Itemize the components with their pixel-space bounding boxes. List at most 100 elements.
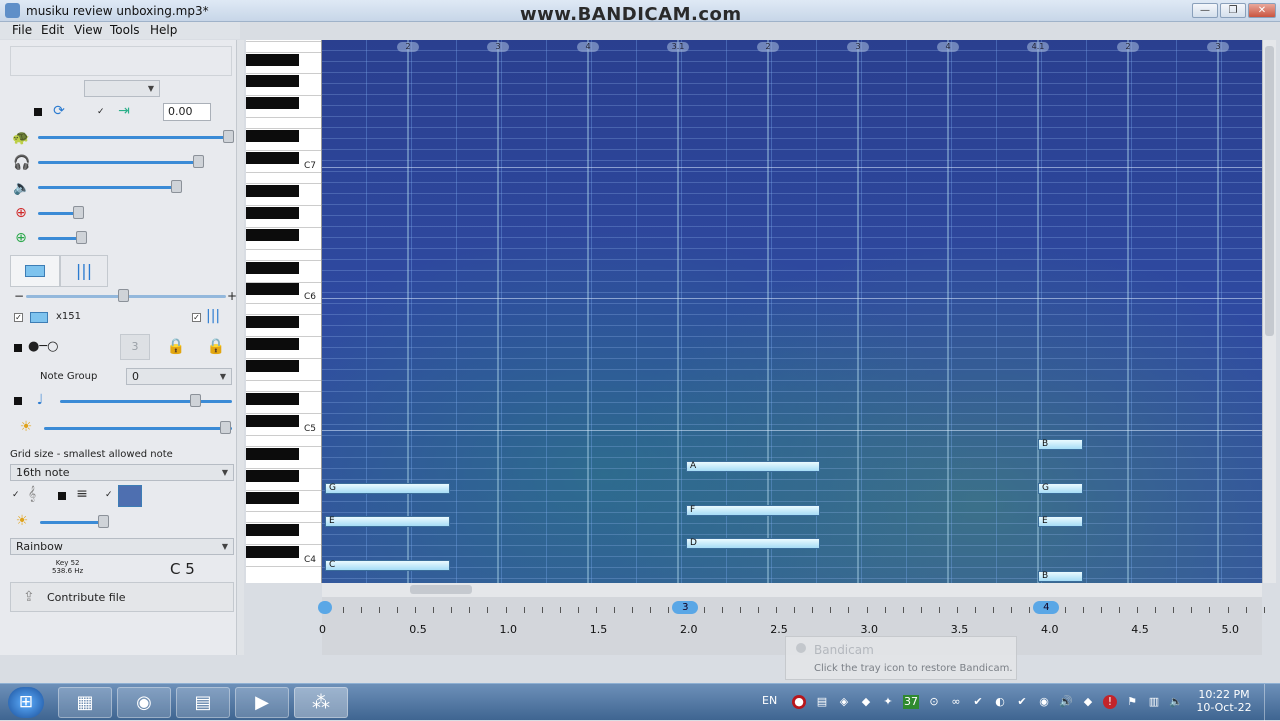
playhead-marker[interactable] xyxy=(318,601,332,614)
horizontal-scroll-thumb[interactable] xyxy=(410,585,472,594)
black-key[interactable] xyxy=(246,130,299,143)
menu-help[interactable]: Help xyxy=(150,23,177,37)
clock[interactable]: 10:22 PM 10-Oct-22 xyxy=(1196,688,1252,714)
note-block[interactable]: G xyxy=(325,483,450,494)
tray-icon-7[interactable]: ✔ xyxy=(971,695,985,709)
black-key[interactable] xyxy=(246,184,299,197)
tray-icon-6[interactable]: ∞ xyxy=(949,695,963,709)
tray-icon-11[interactable]: ◆ xyxy=(1081,695,1095,709)
menu-edit[interactable]: Edit xyxy=(41,23,64,37)
tab-notes[interactable] xyxy=(10,255,60,287)
black-key[interactable] xyxy=(246,206,299,219)
black-key[interactable] xyxy=(246,447,299,460)
black-key[interactable] xyxy=(246,228,299,241)
black-key[interactable] xyxy=(246,546,299,559)
metronome-slider[interactable] xyxy=(60,400,232,403)
flag-tray-icon[interactable]: ⚑ xyxy=(1125,695,1139,709)
black-key[interactable] xyxy=(246,75,299,88)
bar-marker[interactable]: 3 xyxy=(672,601,699,614)
contribute-button[interactable]: ⇪ Contribute file xyxy=(10,582,234,612)
contrast-handle[interactable] xyxy=(98,515,109,528)
black-key[interactable] xyxy=(246,152,299,165)
menu-file[interactable]: File xyxy=(12,23,32,37)
position-input[interactable]: 0.00 xyxy=(163,103,211,121)
tray-badge-icon[interactable]: 37 xyxy=(903,695,919,709)
note-size-handle[interactable] xyxy=(118,289,129,302)
sidebar-splitter[interactable] xyxy=(236,40,244,655)
tray-icon-2[interactable]: ◈ xyxy=(837,695,851,709)
black-key[interactable] xyxy=(246,360,299,373)
show-notes-checkbox[interactable]: ✓ xyxy=(14,313,23,322)
lock-button-1[interactable]: 🔒 xyxy=(162,334,190,360)
note-group-dropdown[interactable]: 0 ▼ xyxy=(126,368,232,385)
note-block[interactable]: D xyxy=(686,538,820,549)
horizontal-scrollbar[interactable] xyxy=(322,583,1262,597)
brightness-handle[interactable] xyxy=(220,421,231,434)
taskbar-app-chrome[interactable]: ◉ xyxy=(117,687,171,718)
bar-marker[interactable]: 4 xyxy=(1033,601,1060,614)
track-dropdown[interactable]: ▼ xyxy=(84,80,160,97)
tray-icon-3[interactable]: ◆ xyxy=(859,695,873,709)
follow-checkbox[interactable]: ✓ xyxy=(97,107,105,117)
transpose-button[interactable]: 3 xyxy=(120,334,150,360)
headphones-volume-handle[interactable] xyxy=(193,155,204,168)
staff-checkbox[interactable] xyxy=(58,492,66,500)
speaker-volume-handle[interactable] xyxy=(171,180,182,193)
jump-to-icon[interactable]: ⇥ xyxy=(116,103,132,119)
zoom-out-handle[interactable] xyxy=(76,231,87,244)
zoom-in-handle[interactable] xyxy=(73,206,84,219)
piano-keyboard[interactable]: C7 C6 C5 C4 xyxy=(246,40,322,583)
black-key[interactable] xyxy=(246,53,299,66)
note-block[interactable]: B xyxy=(1037,439,1084,450)
contrast-slider[interactable] xyxy=(40,521,106,524)
loop-checkbox[interactable] xyxy=(34,108,42,116)
black-key[interactable] xyxy=(246,97,299,110)
speaker-tray-icon[interactable]: 🔊 xyxy=(1059,695,1073,709)
headphones-volume-slider[interactable] xyxy=(38,161,200,164)
brightness-slider[interactable] xyxy=(44,427,232,430)
maximize-button[interactable]: ❐ xyxy=(1220,3,1246,18)
tray-icon-8[interactable]: ◐ xyxy=(993,695,1007,709)
notification-toast[interactable]: Bandicam Click the tray icon to restore … xyxy=(785,636,1017,680)
tray-icon-1[interactable]: ▤ xyxy=(815,695,829,709)
vertical-scrollbar[interactable] xyxy=(1262,40,1276,583)
note-block[interactable]: A xyxy=(686,461,820,472)
close-button[interactable]: ✕ xyxy=(1248,3,1276,18)
speed-slider-handle[interactable] xyxy=(223,130,234,143)
black-key[interactable] xyxy=(246,392,299,405)
black-key[interactable] xyxy=(246,283,299,296)
show-bars-checkbox[interactable]: ✓ xyxy=(192,313,201,322)
tab-bars[interactable]: ||| xyxy=(60,255,108,287)
metronome-handle[interactable] xyxy=(190,394,201,407)
menu-tools[interactable]: Tools xyxy=(110,23,140,37)
spectrogram-note-roll[interactable]: 2 3 4 3.1 2 3 4 4.1 2 3 G E C A F D B G E B xyxy=(322,40,1262,583)
tray-icon-10[interactable]: ◉ xyxy=(1037,695,1051,709)
taskbar-app-explorer[interactable]: ▤ xyxy=(176,687,230,718)
black-key[interactable] xyxy=(246,491,299,504)
tray-icon-5[interactable]: ⊙ xyxy=(927,695,941,709)
record-tray-icon[interactable]: ● xyxy=(792,695,806,709)
tray-icon-9[interactable]: ✔ xyxy=(1015,695,1029,709)
black-key[interactable] xyxy=(246,338,299,351)
note-block[interactable]: B xyxy=(1037,571,1084,582)
vertical-scroll-thumb[interactable] xyxy=(1265,46,1274,336)
note-block[interactable]: C xyxy=(325,560,450,571)
security-tray-icon[interactable]: ! xyxy=(1103,695,1117,709)
spectrum-icon[interactable] xyxy=(118,485,142,507)
black-key[interactable] xyxy=(246,316,299,329)
network-tray-icon[interactable]: ▥ xyxy=(1147,695,1161,709)
show-desktop-button[interactable] xyxy=(1264,684,1280,721)
black-key[interactable] xyxy=(246,261,299,274)
speed-slider[interactable] xyxy=(38,136,230,139)
note-block[interactable]: F xyxy=(686,505,820,516)
taskbar-app-musiku[interactable]: ⁂ xyxy=(294,687,348,718)
colormap-dropdown[interactable]: Rainbow ▼ xyxy=(10,538,234,555)
black-key[interactable] xyxy=(246,469,299,482)
spectrum-checkbox[interactable]: ✓ xyxy=(105,490,113,500)
minimize-button[interactable]: — xyxy=(1192,3,1218,18)
taskbar-app-media[interactable]: ▶ xyxy=(235,687,289,718)
loop-icon[interactable]: ⟳ xyxy=(51,103,67,119)
note-block[interactable]: E xyxy=(1037,516,1084,527)
speaker-volume-slider[interactable] xyxy=(38,186,178,189)
note-block[interactable]: E xyxy=(325,516,450,527)
